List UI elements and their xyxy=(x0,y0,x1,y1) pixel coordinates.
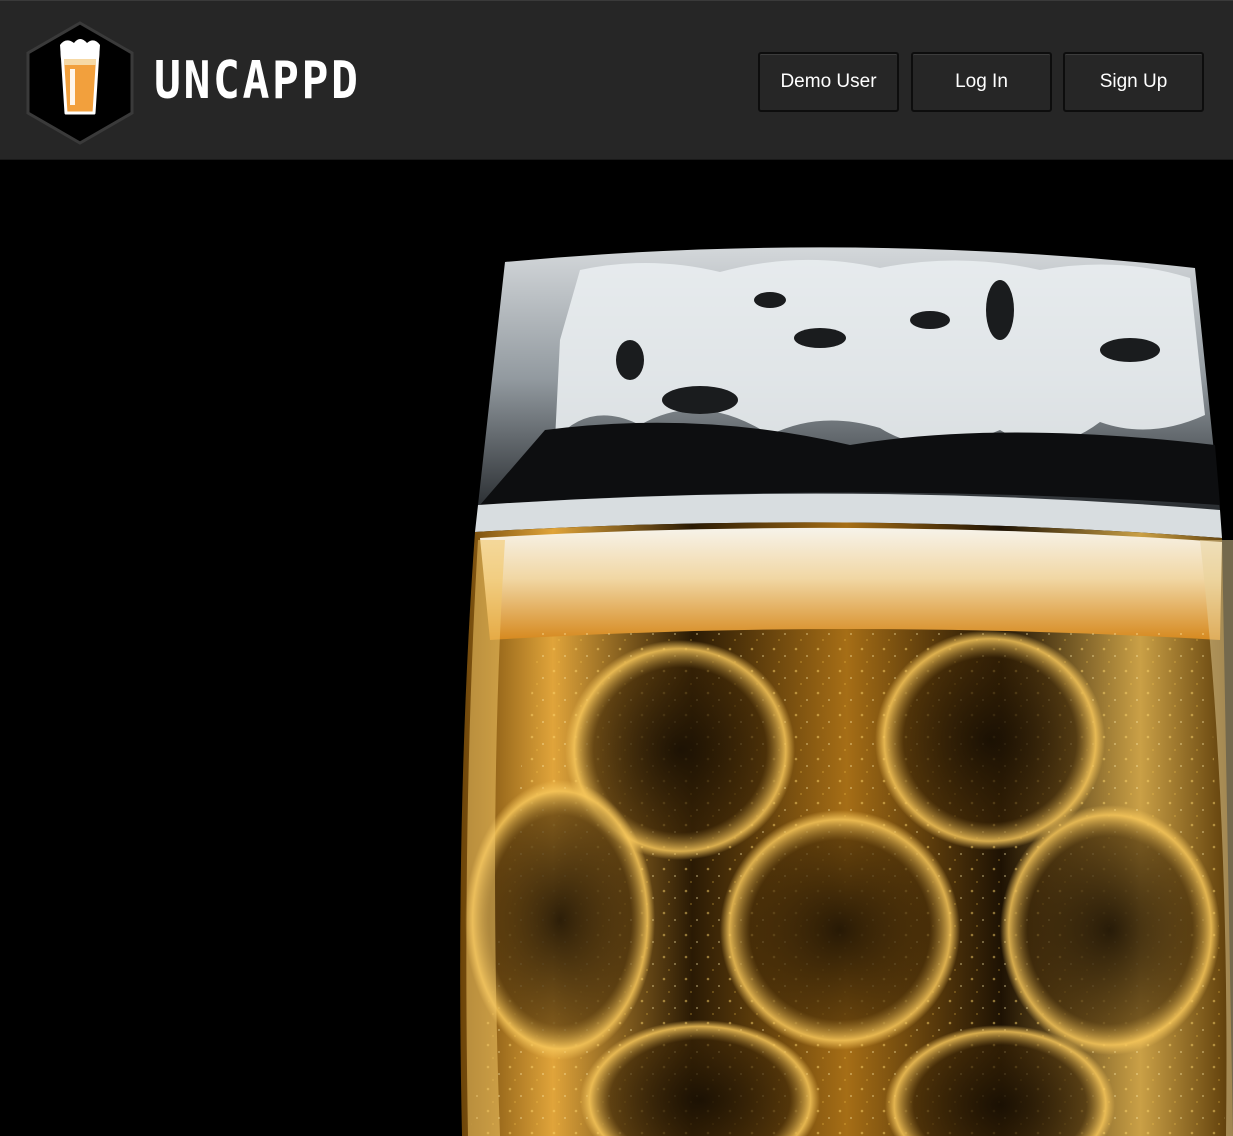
home-logo-link[interactable]: UNCAPPD xyxy=(24,21,374,145)
demo-user-button[interactable]: Demo User xyxy=(758,52,899,112)
log-in-button[interactable]: Log In xyxy=(911,52,1052,112)
top-navbar: UNCAPPD Demo User Log In Sign Up xyxy=(0,0,1233,160)
beer-glass-hexagon-logo-icon xyxy=(26,21,134,145)
sign-up-button[interactable]: Sign Up xyxy=(1063,52,1204,112)
brand-wordmark: UNCAPPD xyxy=(154,51,361,111)
hero-banner xyxy=(0,160,1233,1136)
beer-mug-photo xyxy=(460,247,1233,1136)
